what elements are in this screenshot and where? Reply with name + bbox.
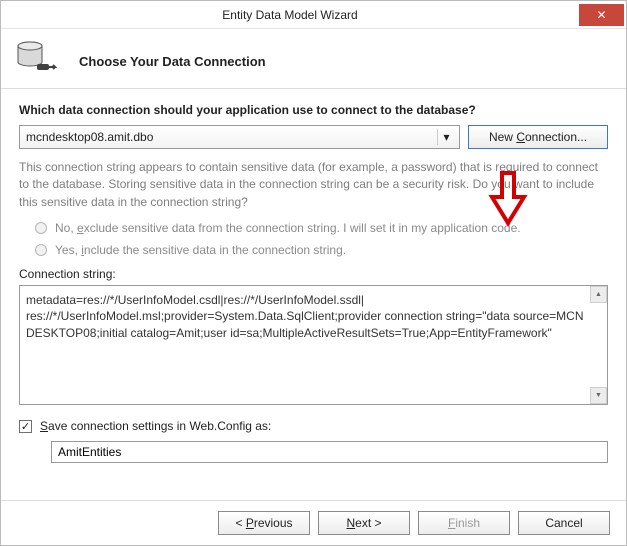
database-icon [15, 38, 65, 85]
connection-dropdown[interactable]: mcndesktop08.amit.dbo ▾ [19, 125, 460, 149]
next-button[interactable]: Next > [318, 511, 410, 535]
wizard-footer: < Previous Next > Finish Cancel [1, 500, 626, 545]
connection-string-textarea[interactable]: metadata=res://*/UserInfoModel.csdl|res:… [19, 285, 608, 405]
finish-button[interactable]: Finish [418, 511, 510, 535]
previous-button[interactable]: < Previous [218, 511, 310, 535]
titlebar: Entity Data Model Wizard ✕ [1, 1, 626, 29]
connection-dropdown-value: mcndesktop08.amit.dbo [26, 130, 153, 144]
radio-include-label: Yes, include the sensitive data in the c… [55, 243, 346, 257]
new-connection-button[interactable]: New Connection... [468, 125, 608, 149]
cancel-button[interactable]: Cancel [518, 511, 610, 535]
connection-string-label: Connection string: [19, 267, 608, 281]
wizard-window: Entity Data Model Wizard ✕ Choose Your D… [0, 0, 627, 546]
triangle-up-icon: ▲ [595, 291, 602, 298]
radio-exclude-label: No, exclude sensitive data from the conn… [55, 221, 521, 235]
scroll-down-button[interactable]: ▼ [590, 387, 607, 404]
wizard-header: Choose Your Data Connection [1, 29, 626, 89]
radio-icon [35, 222, 47, 234]
close-icon: ✕ [596, 8, 606, 22]
radio-include-sensitive[interactable]: Yes, include the sensitive data in the c… [35, 243, 608, 257]
radio-icon [35, 244, 47, 256]
sensitive-data-help: This connection string appears to contai… [19, 159, 608, 211]
header-title: Choose Your Data Connection [79, 54, 266, 69]
wizard-body: Which data connection should your applic… [1, 89, 626, 469]
window-title: Entity Data Model Wizard [1, 8, 579, 22]
save-settings-label: Save connection settings in Web.Config a… [40, 419, 271, 433]
radio-exclude-sensitive[interactable]: No, exclude sensitive data from the conn… [35, 221, 608, 235]
scroll-up-button[interactable]: ▲ [590, 286, 607, 303]
config-name-input[interactable] [51, 441, 608, 463]
chevron-down-icon: ▾ [437, 129, 455, 145]
close-button[interactable]: ✕ [579, 4, 624, 26]
triangle-down-icon: ▼ [595, 392, 602, 399]
save-settings-checkbox[interactable]: ✓ [19, 420, 32, 433]
question-label: Which data connection should your applic… [19, 103, 608, 117]
checkmark-icon: ✓ [21, 420, 30, 433]
sensitive-data-radio-group: No, exclude sensitive data from the conn… [35, 221, 608, 257]
save-settings-row: ✓ Save connection settings in Web.Config… [19, 419, 608, 433]
